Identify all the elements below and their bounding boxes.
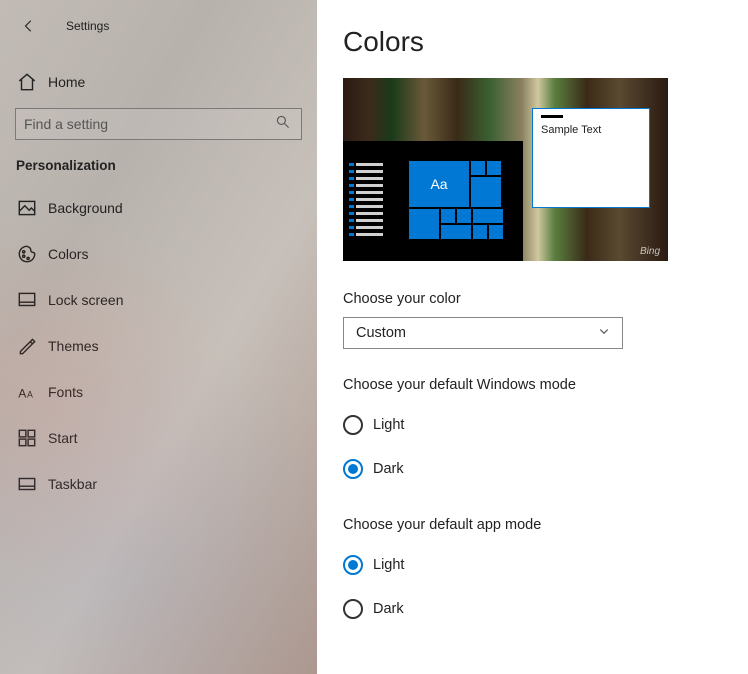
sidebar-item-taskbar[interactable]: Taskbar bbox=[0, 461, 317, 507]
home-icon bbox=[16, 71, 38, 93]
sidebar-item-home[interactable]: Home bbox=[0, 60, 317, 104]
radio-icon bbox=[343, 599, 363, 619]
radio-label: Dark bbox=[373, 461, 404, 477]
sidebar-item-fonts[interactable]: AA Fonts bbox=[0, 369, 317, 415]
preview-start-menu: Aa bbox=[343, 141, 523, 261]
taskbar-icon bbox=[16, 473, 38, 495]
color-select-value: Custom bbox=[356, 325, 406, 341]
sidebar-item-themes[interactable]: Themes bbox=[0, 323, 317, 369]
radio-icon bbox=[343, 555, 363, 575]
back-button[interactable]: Settings bbox=[0, 12, 317, 40]
svg-text:A: A bbox=[18, 387, 27, 401]
sidebar-item-label: Taskbar bbox=[48, 476, 97, 492]
fonts-icon: AA bbox=[16, 381, 38, 403]
windows-mode-label: Choose your default Windows mode bbox=[343, 377, 748, 393]
color-select-label: Choose your color bbox=[343, 291, 748, 307]
home-label: Home bbox=[48, 74, 85, 90]
radio-icon bbox=[343, 415, 363, 435]
app-mode-dark[interactable]: Dark bbox=[343, 587, 748, 631]
radio-label: Light bbox=[373, 557, 404, 573]
sidebar-item-start[interactable]: Start bbox=[0, 415, 317, 461]
bing-watermark: Bing bbox=[640, 246, 660, 257]
preview-sample-text: Sample Text bbox=[533, 124, 649, 136]
back-label: Settings bbox=[66, 19, 109, 33]
radio-label: Dark bbox=[373, 601, 404, 617]
sidebar-item-label: Fonts bbox=[48, 384, 83, 400]
search-icon bbox=[275, 114, 291, 135]
image-icon bbox=[16, 197, 38, 219]
back-arrow-icon bbox=[18, 19, 40, 33]
color-preview: Aa Sample Text Bing bbox=[343, 78, 668, 261]
preview-window: Sample Text bbox=[532, 108, 650, 208]
windows-mode-group: Light Dark bbox=[343, 403, 748, 491]
sidebar-item-label: Colors bbox=[48, 246, 88, 262]
preview-tile-text: Aa bbox=[409, 161, 469, 207]
svg-text:A: A bbox=[27, 390, 33, 400]
lockscreen-icon bbox=[16, 289, 38, 311]
windows-mode-light[interactable]: Light bbox=[343, 403, 748, 447]
sidebar-item-lockscreen[interactable]: Lock screen bbox=[0, 277, 317, 323]
search-field[interactable] bbox=[24, 116, 275, 132]
windows-mode-dark[interactable]: Dark bbox=[343, 447, 748, 491]
search-input[interactable] bbox=[15, 108, 302, 140]
color-select[interactable]: Custom bbox=[343, 317, 623, 349]
start-icon bbox=[16, 427, 38, 449]
sidebar-item-label: Themes bbox=[48, 338, 99, 354]
palette-icon bbox=[16, 243, 38, 265]
sidebar-item-label: Background bbox=[48, 200, 123, 216]
chevron-down-icon bbox=[598, 325, 610, 341]
settings-window: Settings Home Personalization Background bbox=[0, 0, 748, 674]
app-mode-label: Choose your default app mode bbox=[343, 517, 748, 533]
app-mode-group: Light Dark bbox=[343, 543, 748, 631]
radio-label: Light bbox=[373, 417, 404, 433]
section-title: Personalization bbox=[0, 140, 317, 185]
sidebar-item-label: Start bbox=[48, 430, 78, 446]
main-content: Colors Aa bbox=[317, 0, 748, 674]
app-mode-light[interactable]: Light bbox=[343, 543, 748, 587]
themes-icon bbox=[16, 335, 38, 357]
sidebar-item-colors[interactable]: Colors bbox=[0, 231, 317, 277]
sidebar: Settings Home Personalization Background bbox=[0, 0, 317, 674]
radio-icon bbox=[343, 459, 363, 479]
page-title: Colors bbox=[343, 26, 748, 58]
sidebar-item-label: Lock screen bbox=[48, 292, 123, 308]
sidebar-item-background[interactable]: Background bbox=[0, 185, 317, 231]
